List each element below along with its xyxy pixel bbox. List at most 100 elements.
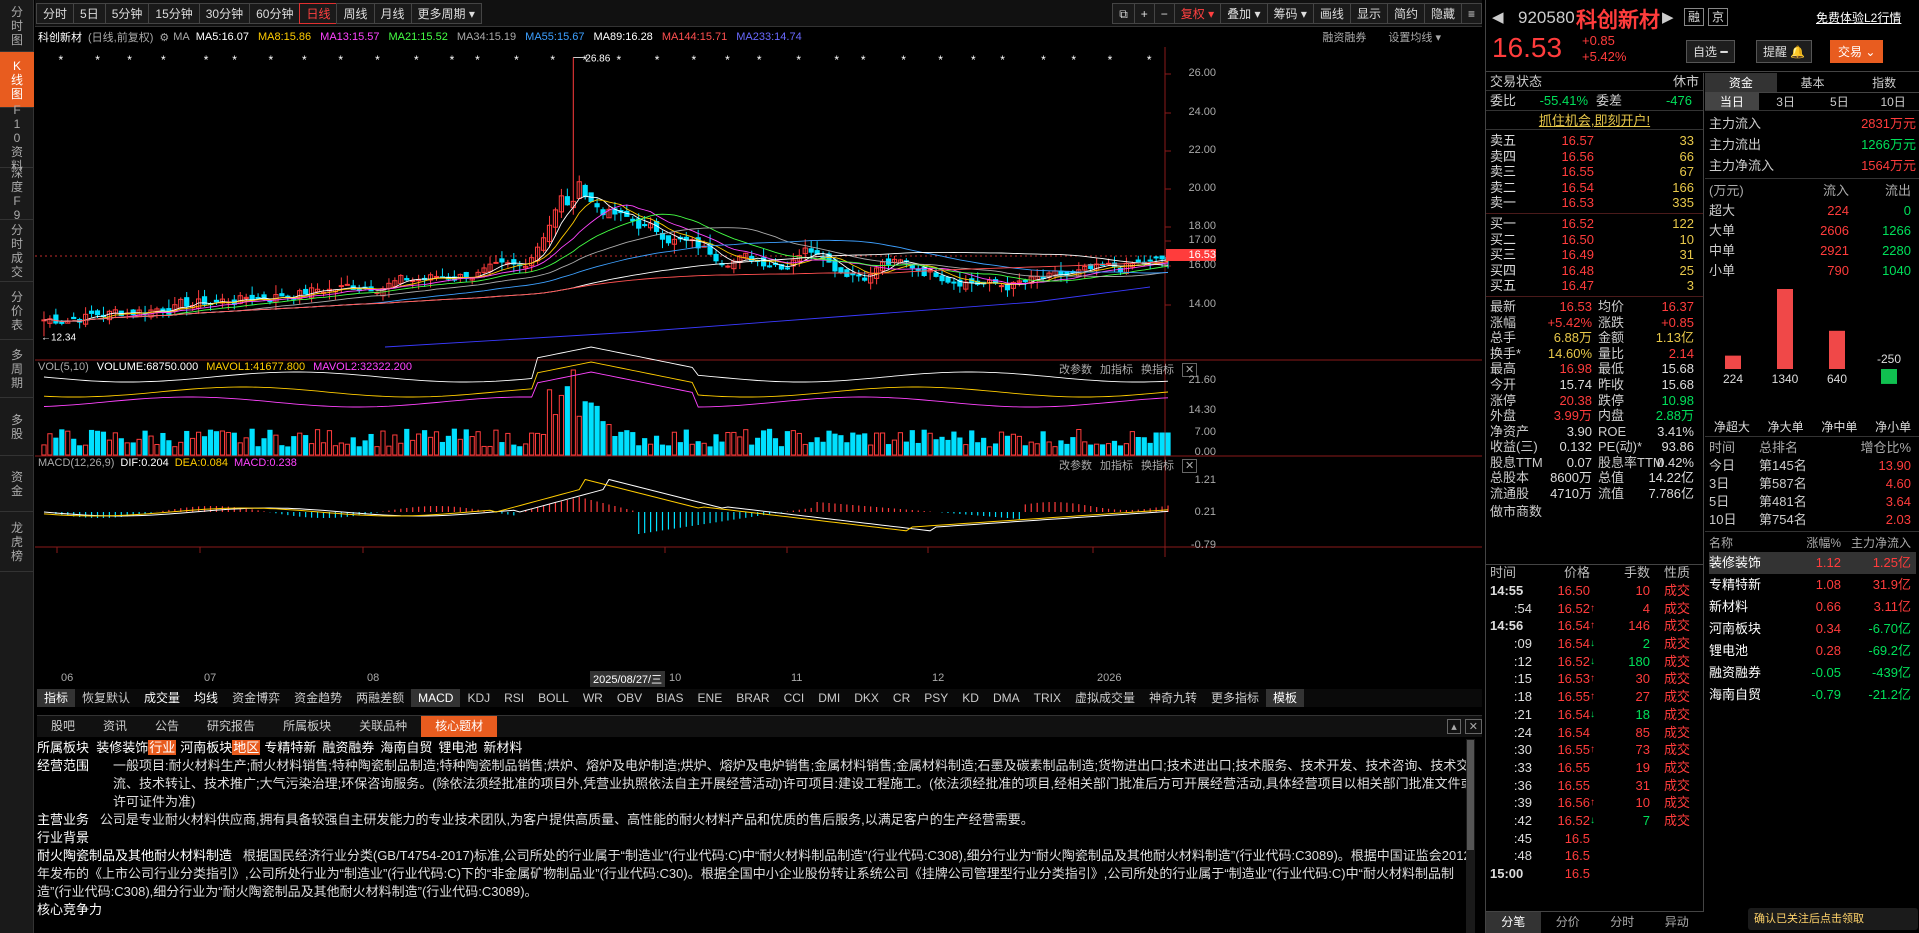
indicator-tab[interactable]: BOLL [531, 689, 576, 707]
sector-row[interactable]: 装修装饰 1.12 1.25亿 [1709, 552, 1916, 574]
indicator-tab[interactable]: 更多指标 [1204, 689, 1266, 707]
tick-tab[interactable]: 分价 [1541, 912, 1596, 933]
fund-subtab[interactable]: 10日 [1866, 93, 1919, 110]
indicator-tab[interactable]: BIAS [649, 689, 690, 707]
indicator-tab[interactable]: 恢复默认 [75, 689, 137, 707]
indicator-tab[interactable]: WR [576, 689, 610, 707]
left-nav-item[interactable]: 分时成交 [0, 220, 34, 282]
left-nav-item[interactable]: 资金 [0, 456, 34, 512]
sector-tag[interactable]: 行业 [148, 740, 177, 755]
macd-btn[interactable]: 换指标 [1141, 460, 1174, 472]
macd-btn[interactable]: 改参数 [1059, 460, 1092, 472]
sector-tag[interactable]: 海南自贸 [380, 740, 432, 755]
indicator-tab[interactable]: CCI [777, 689, 812, 707]
period-tab[interactable]: 周线 [336, 2, 375, 24]
info-tab[interactable]: 研究报告 [193, 716, 269, 737]
indicator-tab[interactable]: DKX [847, 689, 886, 707]
indicator-tab[interactable]: 资金博弈 [225, 689, 287, 707]
indicator-tab[interactable]: OBV [610, 689, 649, 707]
fund-tab[interactable]: 基本 [1777, 73, 1849, 92]
open-account-link[interactable]: 抓住机会,即刻开户! [1486, 110, 1703, 130]
indicator-tab[interactable]: PSY [917, 689, 955, 707]
info-tab[interactable]: 所属板块 [269, 716, 345, 737]
sector-tag[interactable]: 地区 [232, 740, 261, 755]
period-tab[interactable]: 日线 [299, 2, 338, 24]
sector-tag[interactable]: 锂电池 [438, 740, 477, 755]
alert-button[interactable]: 提醒 🔔 [1756, 40, 1813, 63]
period-tab[interactable]: 30分钟 [198, 2, 251, 24]
indicator-tab[interactable]: 模板 [1266, 689, 1305, 707]
period-tab[interactable]: 5日 [73, 2, 106, 24]
toolbar-3[interactable]: 画线 [1312, 2, 1351, 24]
collapse-icon[interactable]: ▴ [1447, 719, 1461, 734]
period-tab[interactable]: 15分钟 [148, 2, 200, 24]
indicator-tab[interactable]: CR [886, 689, 917, 707]
promo-banner[interactable]: 确认已关注后点击领取 [1748, 908, 1918, 930]
left-nav-item[interactable]: 分价表 [0, 282, 34, 340]
indicator-tab[interactable]: ENE [691, 689, 730, 707]
period-tab[interactable]: 分时 [36, 2, 75, 24]
indicator-tab[interactable]: 指标 [37, 689, 76, 707]
toolbar-icon[interactable]: − [1153, 2, 1175, 24]
toolbar-icon[interactable]: ⧉ [1112, 2, 1135, 24]
macd-close-icon[interactable]: ✕ [1182, 459, 1198, 473]
indicator-tab[interactable]: 成交量 [137, 689, 187, 707]
sector-tag[interactable]: 融资融券 [322, 740, 374, 755]
settings-icon[interactable]: ⚙ [159, 31, 169, 44]
indicator-tab[interactable]: KDJ [460, 689, 497, 707]
indicator-tab[interactable]: DMI [811, 689, 847, 707]
fund-subtab[interactable]: 当日 [1705, 93, 1759, 110]
sector-row[interactable]: 专精特新 1.08 31.9亿 [1709, 574, 1916, 596]
nav-prev-icon[interactable]: ◀ [1492, 8, 1504, 26]
ma-settings[interactable]: 设置均线 ▾ [1388, 29, 1441, 45]
indicator-tab[interactable]: BRAR [729, 689, 776, 707]
toolbar-2[interactable]: 筹码 ▾ [1266, 2, 1314, 24]
vol-btn[interactable]: 加指标 [1100, 364, 1133, 376]
info-tab[interactable]: 核心题材 [421, 716, 498, 737]
nav-next-icon[interactable]: ▶ [1662, 8, 1674, 26]
sector-row[interactable]: 锂电池 0.28 -69.2亿 [1709, 640, 1916, 662]
toolbar-icon[interactable]: + [1133, 2, 1155, 24]
period-tab[interactable]: 更多周期 ▾ [410, 2, 482, 24]
info-tab[interactable]: 股吧 [37, 716, 89, 737]
toolbar-1[interactable]: 叠加 ▾ [1220, 2, 1268, 24]
left-nav-item[interactable]: 深度F9 [0, 166, 34, 222]
sector-tag[interactable]: 新材料 [483, 740, 522, 755]
indicator-tab[interactable]: MACD [411, 689, 461, 707]
sector-tag[interactable]: 河南板块 [180, 740, 232, 755]
indicator-tab[interactable]: DMA [986, 689, 1027, 707]
toolbar-6[interactable]: 隐藏 [1423, 2, 1462, 24]
fund-tab[interactable]: 指数 [1848, 73, 1919, 92]
left-nav-item[interactable]: 多股 [0, 398, 34, 456]
indicator-tab[interactable]: 两融差额 [349, 689, 411, 707]
trade-button[interactable]: 交易 ⌄ [1830, 40, 1884, 63]
fund-subtab[interactable]: 3日 [1759, 93, 1813, 110]
indicator-tab[interactable]: TRIX [1027, 689, 1068, 707]
left-nav-item[interactable]: 分时图 [0, 0, 34, 52]
fund-tab[interactable]: 资金 [1705, 73, 1777, 92]
indicator-tab[interactable]: 虚拟成交量 [1068, 689, 1142, 707]
left-nav-item[interactable]: F10资料 [0, 103, 34, 173]
sector-tag[interactable]: 装修装饰 [96, 740, 148, 755]
macd-btn[interactable]: 加指标 [1100, 460, 1133, 472]
sector-tag[interactable]: 专精特新 [264, 740, 316, 755]
indicator-tab[interactable]: RSI [497, 689, 531, 707]
left-nav-item[interactable]: 多周期 [0, 340, 34, 398]
period-tab[interactable]: 60分钟 [249, 2, 301, 24]
sector-row[interactable]: 河南板块 0.34 -6.70亿 [1709, 618, 1916, 640]
info-tab[interactable]: 公告 [141, 716, 193, 737]
info-tab[interactable]: 关联品种 [345, 716, 421, 737]
period-tab[interactable]: 5分钟 [104, 2, 150, 24]
tick-tab[interactable]: 分时 [1595, 912, 1650, 933]
info-tab[interactable]: 资讯 [89, 716, 141, 737]
sector-row[interactable]: 新材料 0.66 3.11亿 [1709, 596, 1916, 618]
left-nav-item[interactable]: 龙虎榜 [0, 512, 34, 572]
info-scrollbar[interactable] [1466, 739, 1475, 933]
l2-trial-link[interactable]: 免费体验L2行情 [1816, 9, 1901, 26]
menu-icon[interactable]: ≡ [1460, 2, 1482, 24]
indicator-tab[interactable]: 均线 [187, 689, 225, 707]
toolbar-0[interactable]: 复权 ▾ [1173, 2, 1222, 24]
sector-row[interactable]: 海南自贸 -0.79 -21.2亿 [1709, 684, 1916, 706]
toolbar-4[interactable]: 显示 [1349, 2, 1388, 24]
watchlist-button[interactable]: 自选 ━ [1686, 40, 1735, 63]
